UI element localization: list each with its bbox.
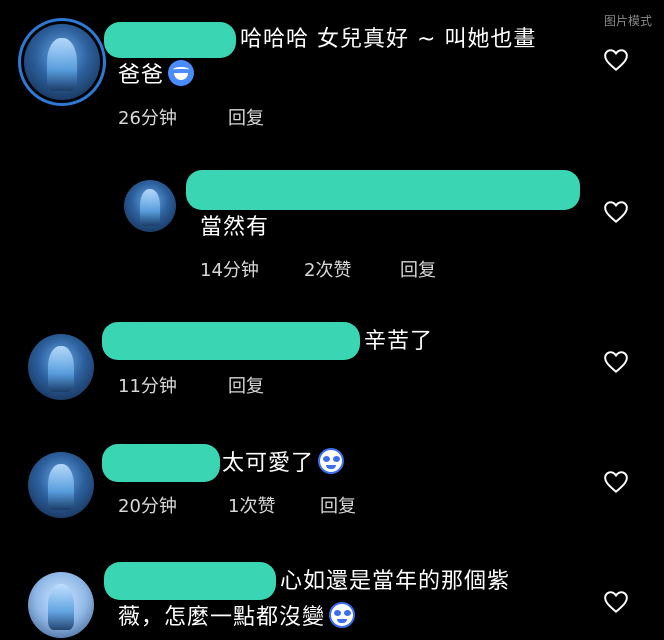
like-heart-icon[interactable]	[603, 350, 629, 374]
reply-button[interactable]: 回复	[228, 104, 264, 130]
comment-time: 26分钟	[118, 108, 177, 129]
laughing-crying-emoji-icon	[168, 60, 195, 86]
comment-text-line1: 哈哈哈 女兒真好 ~ 叫她也畫	[240, 27, 537, 52]
comment-text: 辛苦了	[364, 329, 434, 354]
avatar[interactable]	[24, 24, 100, 100]
like-count: 1次赞	[228, 496, 276, 517]
heart-eyes-emoji-icon	[329, 602, 356, 628]
comment-text-line1: 心如還是當年的那個紫	[280, 569, 511, 594]
like-heart-icon[interactable]	[603, 200, 629, 224]
like-heart-icon[interactable]	[603, 48, 629, 72]
reply-button[interactable]: 回复	[400, 256, 436, 282]
heart-eyes-emoji-icon	[318, 448, 345, 474]
avatar[interactable]	[28, 452, 94, 518]
comment-text: 太可愛了	[222, 448, 345, 480]
redacted-username	[186, 170, 580, 210]
redacted-username	[102, 444, 220, 482]
comment-text-line2: 爸爸	[118, 60, 195, 92]
comment-time: 11分钟	[118, 376, 177, 397]
comment-list: 图片模式 哈哈哈 女兒真好 ~ 叫她也畫 爸爸 26分钟 回复 當然有 14分钟…	[0, 0, 664, 640]
comment-time: 20分钟	[118, 496, 177, 517]
comment-text: 當然有	[200, 215, 270, 240]
like-heart-icon[interactable]	[603, 590, 629, 614]
comment-text-line2: 薇，怎麼一點都沒變	[118, 602, 356, 634]
reply-button[interactable]: 回复	[320, 492, 356, 518]
redacted-username	[104, 562, 276, 600]
like-count: 2次赞	[304, 260, 352, 281]
reply-button[interactable]: 回复	[228, 372, 264, 398]
comment-time: 14分钟	[200, 260, 259, 281]
redacted-username	[104, 22, 236, 58]
avatar[interactable]	[28, 572, 94, 638]
redacted-username	[102, 322, 360, 360]
image-mode-label: 图片模式	[603, 14, 652, 28]
avatar[interactable]	[28, 334, 94, 400]
avatar[interactable]	[124, 180, 176, 232]
like-heart-icon[interactable]	[603, 470, 629, 494]
